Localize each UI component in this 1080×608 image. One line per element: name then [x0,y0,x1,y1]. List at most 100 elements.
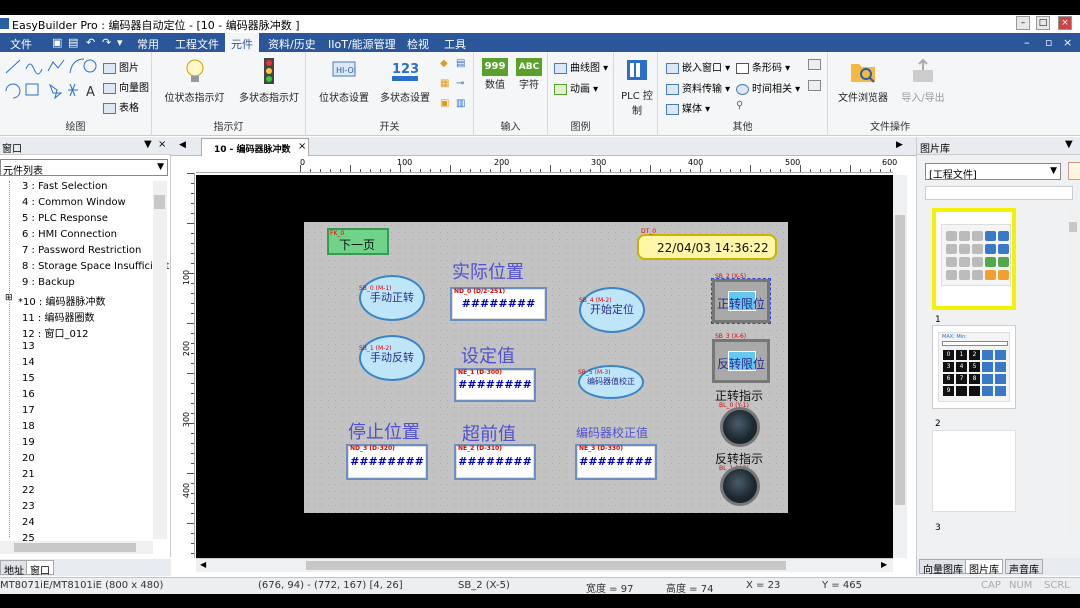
switch-tool-5-icon[interactable]: ▣ [440,98,449,109]
scroll-left-icon[interactable]: ◀ [200,560,206,569]
tab-address[interactable]: 地址 [0,560,28,577]
other-extra-icon[interactable]: ⚲ [736,100,743,111]
shape-tools-icon[interactable]: A [4,57,100,99]
time-related-button[interactable]: 时间相关 ▾ [736,80,800,95]
start-positioning-button[interactable]: SB_4 (M-2) 开始定位 [579,287,645,333]
plc-control-button[interactable]: PLC 控制 [618,58,656,117]
menu-file[interactable]: 文件 [10,36,32,52]
tab-vector-library[interactable]: 向量图库 [919,559,967,576]
window-list-item[interactable]: 17 [22,405,35,416]
multi-switch-button[interactable]: 123 多状态设置 [372,58,438,104]
switch-tool-1-icon[interactable]: ◆ [440,58,448,69]
panel-close-icon[interactable]: × [158,139,166,150]
manual-reverse-button[interactable]: SB_1 (M-2) 手动反转 [359,335,425,381]
encoder-calibrate-button[interactable]: SB_5 (M-3) 编码器值校正 [578,365,644,399]
window-list-item[interactable]: 13 [22,341,35,352]
close-button[interactable]: × [1058,16,1072,30]
multi-lamp-button[interactable]: 多状态指示灯 [234,58,304,104]
import-export-button[interactable]: 导入/导出 [894,58,952,104]
window-list-item[interactable]: *10 : 编码器脉冲数 [18,293,105,308]
bit-lamp-button[interactable]: 位状态指示灯 [162,58,227,104]
hmi-screen[interactable]: FK_0 下一页 DT_0 22/04/03 14:36:22 实际位置 设定值… [304,222,788,513]
open-icon[interactable]: ▤ [68,36,78,49]
calibration-value-input[interactable]: NE_3 (D-330) ######## [575,444,657,480]
trend-button[interactable]: 曲线图 ▾ [554,59,608,74]
embedded-window-button[interactable]: 嵌入窗口 ▾ [666,59,730,74]
window-list-item[interactable]: 24 [22,517,35,528]
ribbon-restore-icon[interactable]: ▫ [1045,36,1052,49]
ascii-button[interactable]: ABC 字符 [514,58,544,91]
media-button[interactable]: 媒体 ▾ [666,100,710,115]
window-list-item[interactable]: 9 : Backup [22,277,75,288]
scroll-right-icon[interactable]: ▶ [881,560,887,569]
menu-objects[interactable]: 元件 [225,33,259,52]
tree-scroll-thumb[interactable] [154,195,165,209]
set-value-input[interactable]: NE_1 (D-300) ######## [454,368,536,402]
window-list-item[interactable]: 12 : 窗口_012 [22,325,89,340]
window-list-item[interactable]: 3 : Fast Selection [22,181,107,192]
tree-hscroll-thumb[interactable] [14,543,136,552]
menu-iiot[interactable]: IIoT/能源管理 [328,36,396,52]
window-list-item[interactable]: 23 [22,501,35,512]
menu-project[interactable]: 工程文件 [175,36,219,52]
object-list-dropdown[interactable]: 元件列表 ▼ [0,159,168,177]
menu-view[interactable]: 检视 [407,36,429,52]
undo-icon[interactable]: ↶ [86,36,95,49]
close-tab-icon[interactable]: × [298,141,306,152]
table-button[interactable]: 表格 [103,99,139,114]
window-list-item[interactable]: 21 [22,469,35,480]
window-list-item[interactable]: 15 [22,373,35,384]
tab-scroll-left-icon[interactable]: ◀ [179,140,186,150]
picture-button[interactable]: 图片 [103,59,139,74]
save-icon[interactable]: ▣ [52,36,62,49]
menu-data-history[interactable]: 资料/历史 [268,36,316,52]
lead-value-input[interactable]: NE_2 (D-310) ######## [454,444,536,480]
tab-window[interactable]: 窗口 [26,560,54,577]
window-list-item[interactable]: 5 : PLC Response [22,213,108,224]
quick-access-dropdown-icon[interactable]: ▾ [117,36,123,49]
window-list-item[interactable]: 11 : 编码器圈数 [22,309,94,324]
menu-common[interactable]: 常用 [137,36,159,52]
file-browser-button[interactable]: 文件浏览器 [832,58,894,104]
library-search-bar[interactable] [925,186,1073,200]
canvas-vertical-scrollbar[interactable] [893,175,907,558]
library-dropdown-icon[interactable]: ▼ [1065,139,1073,150]
tree-horizontal-scrollbar[interactable] [0,541,153,554]
switch-tool-3-icon[interactable]: ▦ [440,78,449,89]
data-transfer-button[interactable]: 资料传输 ▾ [666,80,730,95]
window-list-item[interactable]: 18 [22,421,35,432]
forward-limit-switch[interactable]: SB_2 (X-5) 正转限位 [711,273,771,324]
maximize-button[interactable]: □ [1036,16,1050,30]
redo-icon[interactable]: ↷ [102,36,111,49]
tab-picture-library[interactable]: 图片库 [965,559,1003,576]
library-source-dropdown[interactable]: [工程文件] ▼ [925,163,1061,181]
next-page-button[interactable]: FK_0 下一页 [327,228,389,255]
tab-document-10[interactable]: 10 - 编码器脉冲数 × [201,138,309,156]
ribbon-close-icon[interactable]: × [1063,36,1072,49]
switch-tool-4-icon[interactable]: ⊸ [456,78,464,89]
reverse-limit-switch[interactable]: SB_3 (X-6) 反转限位 [712,333,770,383]
switch-tool-6-icon[interactable]: ▥ [456,98,465,109]
bit-switch-button[interactable]: HI-Ol 位状态设置 [312,58,376,104]
tab-scroll-right-icon[interactable]: ▶ [896,140,903,150]
vector-button[interactable]: 向量图 [103,79,149,94]
panel-dropdown-icon[interactable]: ▼ [144,139,152,150]
vscroll-thumb[interactable] [895,215,905,505]
manual-forward-button[interactable]: SB_0 (M-1) 手动正转 [359,275,425,321]
menu-tools[interactable]: 工具 [444,36,466,52]
window-list-item[interactable]: 14 [22,357,35,368]
datetime-display[interactable]: DT_0 22/04/03 14:36:22 [637,228,777,260]
minimize-button[interactable]: – [1016,16,1030,30]
empty-thumb-2[interactable] [932,430,1016,512]
window-list-item[interactable]: 6 : HMI Connection [22,229,117,240]
library-refresh-icon[interactable] [1068,162,1080,180]
tree-vertical-scrollbar[interactable] [153,181,167,539]
switch-tool-2-icon[interactable]: ▤ [456,58,465,69]
keypad-thumb-1[interactable]: MAX: Min: 012 345 678 9 [932,325,1016,409]
ribbon-minimize-icon[interactable]: – [1024,36,1030,49]
barcode-button[interactable]: 条形码 ▾ [736,59,790,74]
window-list-item[interactable]: 20 [22,453,35,464]
tab-sound-library[interactable]: 声音库 [1005,559,1043,576]
window-list-item[interactable]: 8 : Storage Space Insufficient [22,261,169,272]
animation-button[interactable]: 动画 ▾ [554,80,598,95]
